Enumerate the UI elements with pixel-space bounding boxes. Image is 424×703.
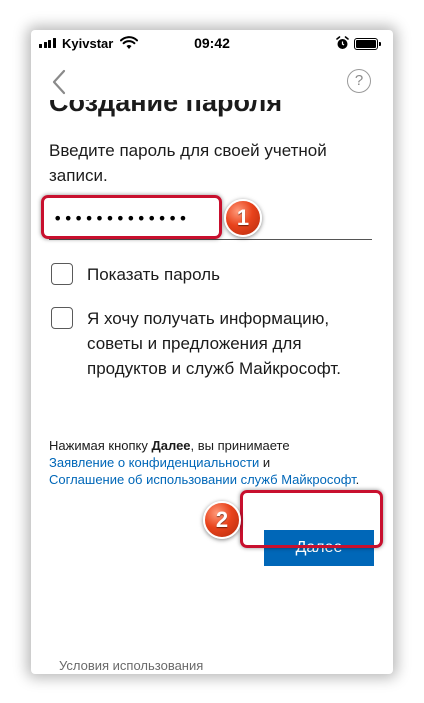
privacy-statement-link[interactable]: Заявление о конфиденциальности (49, 455, 259, 470)
info-opt-in-row[interactable]: Я хочу получать информацию, советы и пре… (51, 306, 371, 381)
password-field[interactable] (49, 198, 372, 240)
legal-suffix: . (355, 472, 360, 487)
password-field-wrapper (49, 198, 372, 242)
services-agreement-link[interactable]: Соглашение об использовании служб Майкро… (49, 472, 356, 487)
legal-prefix: Нажимая кнопку (49, 438, 152, 453)
legal-and: и (259, 455, 271, 470)
info-opt-in-checkbox[interactable] (51, 307, 73, 329)
step-badge-2: 2 (203, 501, 241, 539)
show-password-checkbox[interactable] (51, 263, 73, 285)
footer-clip: Условия использования (59, 656, 259, 674)
step-badge-1: 1 (224, 199, 262, 237)
status-bar: Kyivstar 09:42 (31, 30, 393, 56)
legal-notice: Нажимая кнопку Далее, вы принимаете Заяв… (49, 437, 369, 488)
legal-button-ref: Далее (151, 438, 191, 453)
show-password-row[interactable]: Показать пароль (51, 262, 220, 287)
battery-icon (354, 38, 381, 50)
page-title-clip: Создание пароля (49, 100, 379, 122)
next-button[interactable]: Далее (264, 530, 374, 566)
phone-screen: Kyivstar 09:42 ? Создание пароля Введите… (31, 30, 393, 674)
instruction-text: Введите пароль для своей учетной записи. (49, 141, 327, 185)
terms-of-use-link[interactable]: Условия использования (59, 658, 203, 673)
show-password-label: Показать пароль (87, 265, 220, 284)
page-title: Создание пароля (49, 100, 283, 117)
question-circle-icon[interactable]: ? (347, 69, 371, 93)
chevron-left-icon[interactable] (49, 68, 71, 96)
alarm-icon (336, 36, 349, 49)
legal-middle: , вы принимаете (190, 438, 290, 453)
info-opt-in-label: Я хочу получать информацию, советы и пре… (87, 309, 341, 378)
